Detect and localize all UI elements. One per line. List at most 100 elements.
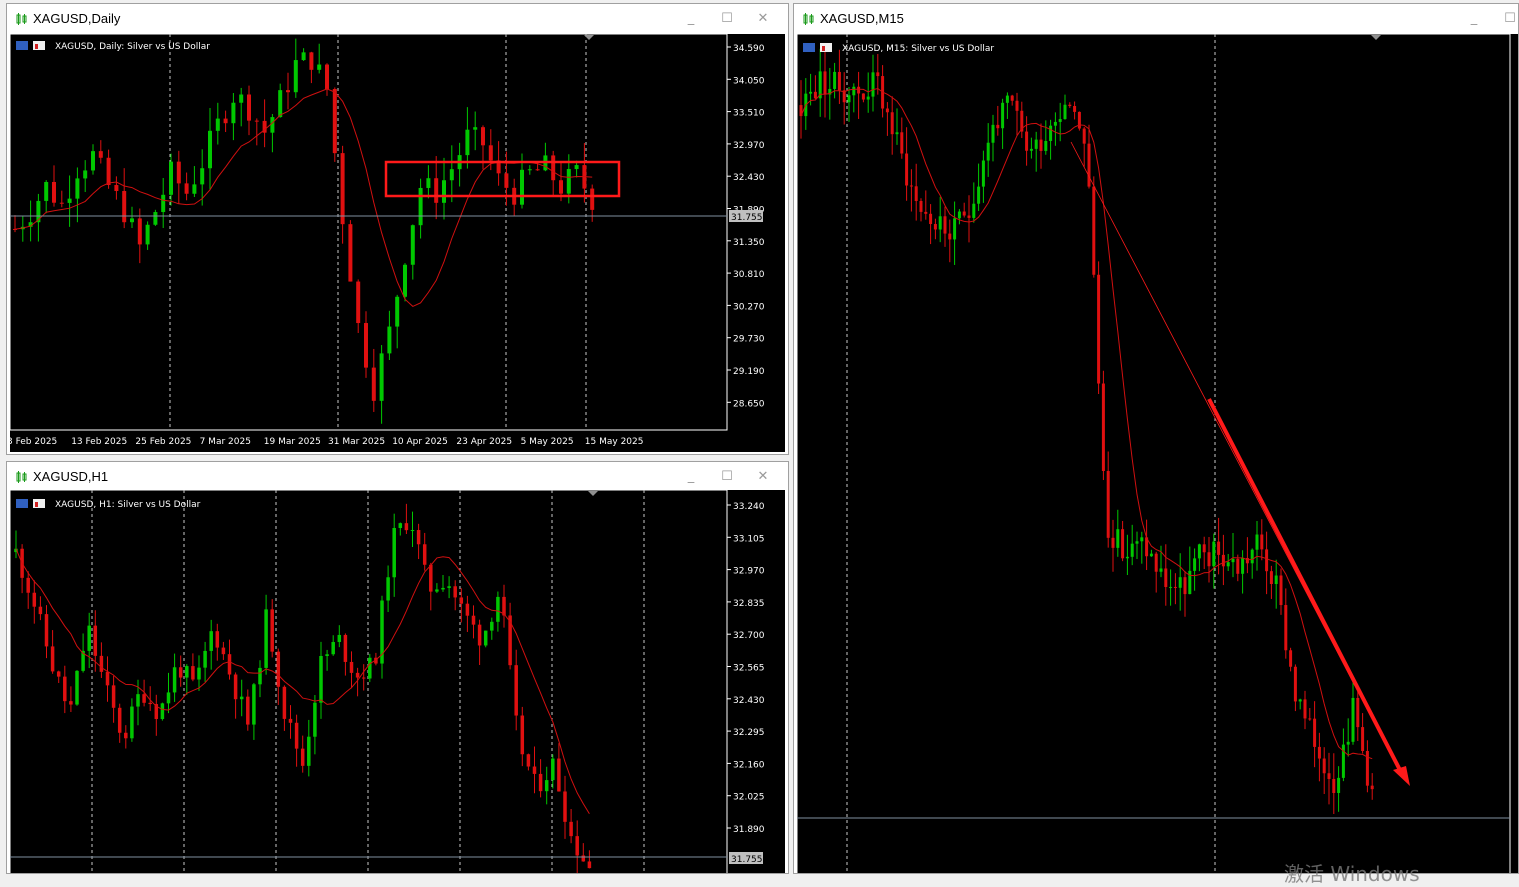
- candle-body: [919, 200, 923, 212]
- minimize-button[interactable]: _: [681, 467, 701, 487]
- daily-titlebar[interactable]: XAGUSD,Daily _ ☐ ✕: [7, 4, 788, 34]
- candle-body: [215, 631, 220, 648]
- candle-body: [294, 722, 299, 749]
- candle-body: [319, 655, 323, 703]
- candle-body: [67, 198, 72, 203]
- price-tick-label: 32.835: [733, 599, 765, 609]
- price-tick-label: 31.890: [733, 825, 765, 835]
- candle-body: [105, 671, 110, 686]
- candle-body: [1121, 529, 1125, 559]
- minimize-button[interactable]: _: [1464, 9, 1484, 29]
- candle-body: [933, 224, 937, 230]
- candle-body: [122, 191, 127, 223]
- candle-body: [581, 855, 586, 862]
- price-tick-label: 28.650: [733, 399, 765, 409]
- candle-body: [1125, 556, 1129, 559]
- candle-body: [977, 186, 981, 204]
- candle-body: [943, 216, 947, 234]
- candle-body: [1207, 552, 1211, 567]
- candle-body: [1116, 529, 1120, 548]
- plot-frame: [797, 34, 1511, 873]
- candle-body: [410, 225, 415, 265]
- maximize-button[interactable]: ☐: [717, 9, 737, 29]
- candle-body: [1135, 541, 1139, 544]
- minimize-button[interactable]: _: [681, 9, 701, 29]
- candle-body: [130, 218, 134, 223]
- candle-body: [957, 211, 961, 219]
- candle-body: [293, 60, 298, 93]
- maximize-button[interactable]: ☐: [717, 467, 737, 487]
- candle-body: [1169, 586, 1173, 588]
- close-button[interactable]: ✕: [753, 9, 773, 29]
- candle-body: [252, 684, 256, 725]
- candle-body: [1183, 577, 1187, 595]
- candle-body: [270, 609, 274, 652]
- candle-body: [1058, 119, 1062, 122]
- daily-chart[interactable]: XAGUSD, Daily: Silver vs US Dollar 34.590…: [10, 34, 785, 452]
- candle-body: [847, 95, 851, 103]
- close-button[interactable]: ✕: [753, 467, 773, 487]
- candle-body: [91, 151, 95, 171]
- candlestick-icon: [803, 13, 814, 25]
- price-tick-label: 32.970: [733, 141, 765, 151]
- candle-body: [26, 577, 30, 593]
- candle-body: [410, 530, 415, 532]
- candle-body: [837, 71, 841, 91]
- current-price-label: 31.755: [731, 855, 763, 865]
- chart-label: XAGUSD, M15: Silver vs US Dollar: [842, 44, 994, 54]
- candle-body: [300, 748, 305, 766]
- candle-body: [117, 707, 122, 733]
- candle-body: [337, 634, 342, 643]
- restore-button[interactable]: ☐: [1500, 9, 1518, 29]
- candle-body: [75, 178, 80, 199]
- candle-body: [1077, 111, 1081, 129]
- candle-body: [59, 202, 64, 204]
- candle-body: [313, 702, 317, 737]
- period-separator-marker: [1371, 35, 1381, 40]
- candle-body: [488, 145, 493, 161]
- candle-body: [434, 178, 439, 203]
- candle-body: [1092, 186, 1096, 275]
- price-tick-label: 32.430: [733, 696, 765, 706]
- price-tick-label: 32.025: [733, 793, 765, 803]
- candle-body: [447, 586, 451, 588]
- m15-titlebar[interactable]: XAGUSD,M15 _ ☐: [794, 4, 1518, 34]
- price-tick-label: 29.730: [733, 335, 765, 345]
- chart-properties-icon: [803, 43, 832, 52]
- date-tick-label: 7 Mar 2025: [200, 437, 251, 447]
- candle-body: [1106, 470, 1110, 538]
- candle-body: [866, 96, 870, 100]
- h1-titlebar[interactable]: XAGUSD,H1 _ ☐ ✕: [7, 462, 788, 492]
- candle-body: [1337, 777, 1341, 793]
- candle-body: [1130, 543, 1134, 557]
- candle-body: [1212, 541, 1216, 567]
- candle-body: [481, 127, 485, 146]
- activation-watermark: 激活 Windows: [1284, 862, 1420, 886]
- candle-body: [861, 93, 865, 100]
- candle-body: [981, 160, 985, 187]
- candle-body: [1111, 537, 1115, 548]
- candle-body: [924, 211, 928, 214]
- candle-body: [332, 88, 337, 154]
- candle-body: [551, 758, 555, 781]
- window-title: XAGUSD,Daily: [33, 11, 121, 26]
- candle-body: [343, 634, 348, 662]
- candle-body: [833, 71, 837, 89]
- candle-body: [532, 766, 537, 774]
- m15-chart[interactable]: XAGUSD, M15: Silver vs US Dollar: [797, 34, 1518, 873]
- candle-body: [1226, 562, 1230, 567]
- candle-body: [114, 185, 119, 192]
- candle-body: [1346, 741, 1350, 745]
- candle-body: [459, 597, 464, 604]
- candle-body: [809, 91, 813, 94]
- candle-body: [403, 264, 407, 297]
- candle-body: [1217, 541, 1221, 555]
- candle-body: [857, 86, 861, 94]
- candle-body: [1289, 650, 1293, 667]
- candle-body: [1265, 549, 1269, 572]
- candle-body: [948, 233, 952, 240]
- candle-body: [1250, 549, 1254, 564]
- candle-body: [1140, 537, 1144, 542]
- h1-chart[interactable]: XAGUSD, H1: Silver vs US Dollar 33.240 33.…: [10, 490, 785, 873]
- candle-body: [387, 326, 392, 354]
